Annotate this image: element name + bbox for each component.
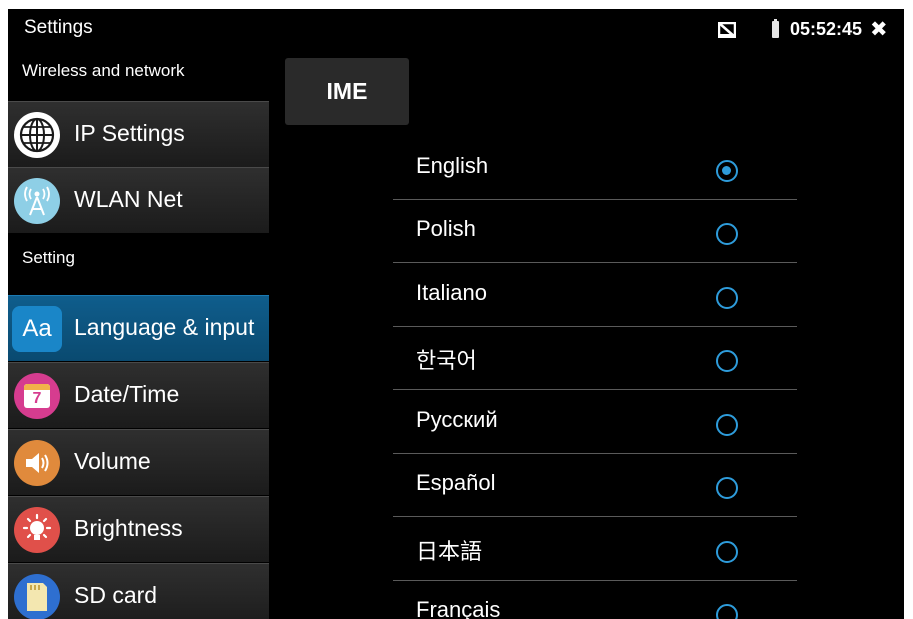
sidebar-item-label: Language & input	[74, 314, 255, 340]
speaker-icon	[14, 440, 60, 486]
device-screen: Settings 05:52:45 ✖ Wireless and network	[8, 9, 904, 619]
sidebar-item-ip-settings[interactable]: IP Settings	[8, 101, 269, 167]
battery-icon	[772, 19, 779, 38]
sidebar-item-sd-card[interactable]: SD card	[8, 563, 269, 619]
sidebar-item-volume[interactable]: Volume	[8, 429, 269, 495]
language-label: Polish	[416, 216, 476, 241]
sidebar-item-date-time[interactable]: 7 Date/Time	[8, 362, 269, 428]
radio-button[interactable]	[716, 223, 738, 245]
language-option-english[interactable]: English	[393, 137, 797, 200]
divider	[393, 262, 797, 263]
language-option-polish[interactable]: Polish	[393, 200, 797, 263]
language-option-francais[interactable]: Français	[393, 581, 797, 619]
language-label: 한국어	[416, 348, 477, 373]
radio-button[interactable]	[716, 541, 738, 563]
language-option-korean[interactable]: 한국어	[393, 327, 797, 390]
divider	[393, 389, 797, 390]
language-option-espanol[interactable]: Español	[393, 454, 797, 517]
radio-button-selected[interactable]	[716, 160, 738, 182]
sidebar-item-brightness[interactable]: Brightness	[8, 496, 269, 562]
no-sim-icon	[718, 22, 736, 38]
radio-button[interactable]	[716, 287, 738, 309]
app-title: Settings	[24, 17, 93, 38]
radio-button[interactable]	[716, 477, 738, 499]
close-icon[interactable]: ✖	[870, 19, 888, 40]
globe-icon	[14, 112, 60, 158]
status-clock: 05:52:45	[790, 19, 863, 39]
sidebar-item-label: Date/Time	[74, 381, 180, 407]
radio-button[interactable]	[716, 414, 738, 436]
sidebar-item-wlan-net[interactable]: WLAN Net	[8, 167, 269, 233]
settings-sidebar: Wireless and network IP Settings WLAN Ne…	[8, 47, 269, 619]
sd-card-icon	[14, 574, 60, 619]
antenna-icon	[14, 178, 60, 224]
language-label: Русский	[416, 407, 498, 432]
sidebar-item-label: WLAN Net	[74, 186, 183, 212]
calendar-icon: 7	[14, 373, 60, 419]
language-icon-text: Aa	[22, 315, 52, 342]
language-option-italiano[interactable]: Italiano	[393, 264, 797, 327]
language-label: Français	[416, 597, 501, 619]
sidebar-item-label: IP Settings	[74, 120, 185, 146]
divider	[393, 516, 797, 517]
status-bar: Settings 05:52:45 ✖	[8, 9, 904, 47]
language-list: English Polish Italiano 한국어 Русский Espa…	[393, 137, 797, 619]
language-label: English	[416, 153, 489, 178]
section-header-wireless: Wireless and network	[22, 61, 185, 80]
calendar-icon-day: 7	[32, 390, 42, 407]
radio-button[interactable]	[716, 350, 738, 372]
section-header-setting: Setting	[22, 248, 75, 267]
radio-button[interactable]	[716, 604, 738, 619]
language-label: Italiano	[416, 280, 487, 305]
ime-title: IME	[285, 58, 409, 125]
language-option-japanese[interactable]: 日本語	[393, 518, 797, 581]
sidebar-item-label: Volume	[74, 448, 151, 474]
brightness-icon	[14, 507, 60, 553]
sidebar-item-language-input[interactable]: Aa Language & input	[8, 295, 269, 361]
language-option-russian[interactable]: Русский	[393, 391, 797, 454]
language-label: Español	[416, 470, 496, 495]
sidebar-item-label: SD card	[74, 582, 158, 608]
language-icon: Aa	[12, 306, 62, 352]
language-label: 日本語	[416, 539, 483, 564]
sidebar-item-label: Brightness	[74, 515, 183, 541]
